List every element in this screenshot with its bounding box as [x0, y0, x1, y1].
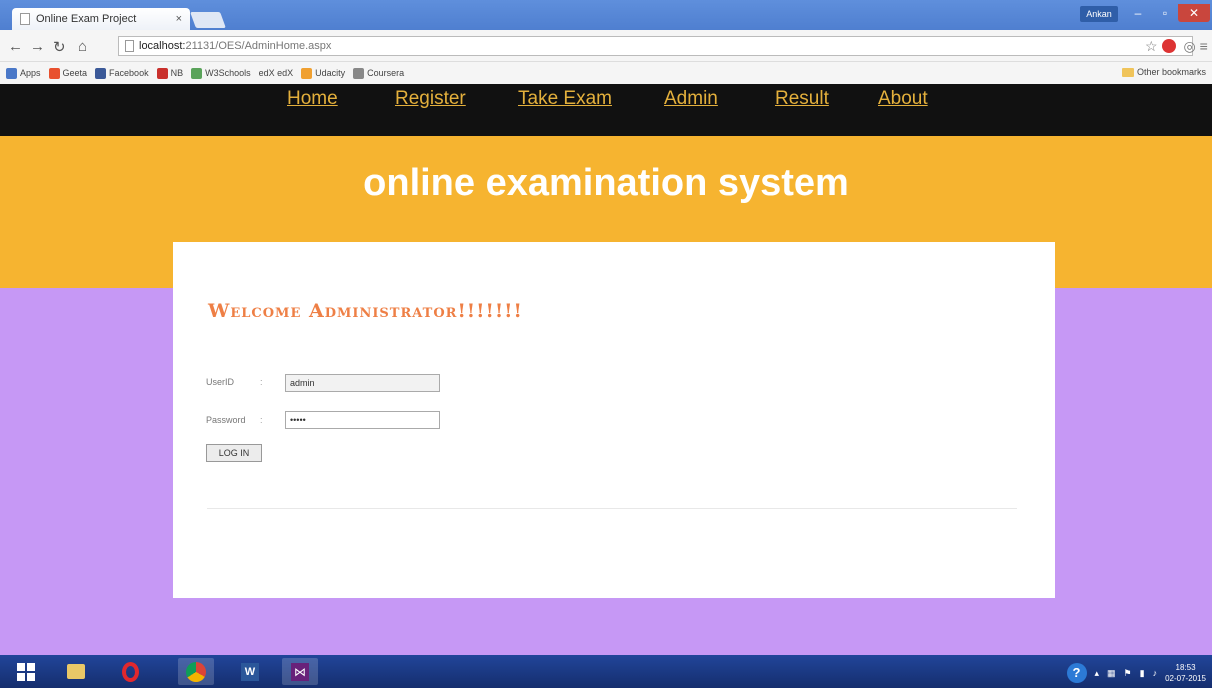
flag-icon[interactable]: ⚑ [1124, 668, 1132, 679]
help-icon[interactable]: ? [1066, 663, 1087, 683]
bookmark-icon [48, 67, 60, 79]
address-bar[interactable]: localhost:21131/OES/AdminHome.aspx [118, 36, 1193, 56]
site-nav: Home Register Take Exam Admin Result Abo… [0, 84, 1212, 136]
url-path: 21131/OES/AdminHome.aspx [185, 40, 332, 52]
udacity-icon [301, 67, 313, 79]
close-window-icon[interactable]: ✕ [1178, 4, 1210, 22]
password-label: Password [206, 415, 246, 425]
bookmark-item[interactable]: Apps [6, 67, 41, 79]
minimize-icon[interactable]: – [1125, 4, 1151, 22]
facebook-icon [95, 67, 107, 79]
coursera-icon [353, 67, 365, 79]
password-colon: : [260, 415, 263, 425]
menu-icon[interactable]: ≡ [1200, 38, 1212, 54]
reload-icon[interactable]: ↻ [53, 38, 66, 56]
bookmark-label: Facebook [109, 68, 149, 78]
bookmark-item[interactable]: Geeta [48, 67, 88, 79]
start-button[interactable] [8, 658, 44, 685]
login-button[interactable]: LOG IN [206, 444, 262, 462]
bookmark-icon [156, 67, 168, 79]
nav-take-exam[interactable]: Take Exam [518, 88, 612, 110]
bookmark-label: edX edX [258, 68, 294, 78]
nav-result[interactable]: Result [775, 88, 829, 110]
bookmark-label: W3Schools [205, 68, 251, 78]
nav-about[interactable]: About [878, 88, 928, 110]
system-tray: ? ▴ ▦ ⚑ ▮ ♪ 18:53 02-07-2015 [1066, 662, 1206, 684]
adblock-icon[interactable] [1161, 39, 1176, 53]
chrome-icon[interactable] [178, 658, 214, 685]
content-panel-top [181, 242, 1045, 288]
clock-date: 02-07-2015 [1165, 674, 1206, 683]
network-icon[interactable]: ▦ [1107, 668, 1116, 679]
opera-icon[interactable] [112, 658, 148, 685]
bookmarks-bar: Apps Geeta Facebook NB W3Schools edX edX… [0, 62, 1212, 84]
taskbar: W ⋈ ? ▴ ▦ ⚑ ▮ ♪ 18:53 02-07-2015 [0, 655, 1212, 688]
site-title: online examination system [363, 162, 849, 204]
other-bookmarks[interactable]: Other bookmarks [1121, 67, 1206, 77]
maximize-icon[interactable]: ▫ [1152, 4, 1178, 22]
clock[interactable]: 18:53 02-07-2015 [1165, 662, 1206, 684]
tab-title: Online Exam Project [36, 13, 137, 25]
bookmark-label: Coursera [367, 68, 405, 78]
toolbar-icons: ☆ ◎≡ [1145, 38, 1212, 55]
other-bookmarks-label: Other bookmarks [1136, 67, 1206, 77]
page-heading: Welcome Administrator!!!!!!! [208, 300, 523, 322]
back-icon[interactable]: ← [8, 38, 23, 55]
w3schools-icon [191, 67, 203, 79]
visual-studio-icon[interactable]: ⋈ [282, 658, 318, 685]
word-icon[interactable]: W [232, 658, 268, 685]
nav-home[interactable]: Home [287, 88, 338, 110]
folder-icon [1121, 67, 1134, 77]
userid-colon: : [260, 377, 263, 387]
windows-icon [17, 662, 35, 681]
bookmark-item[interactable]: Coursera [353, 67, 405, 79]
bookmark-item[interactable]: W3Schools [191, 67, 251, 79]
profile-button[interactable]: Ankan [1080, 6, 1118, 22]
forward-icon[interactable]: → [30, 38, 45, 55]
divider [207, 508, 1017, 509]
browser-tab-strip: Online Exam Project × Ankan – ▫ ✕ [0, 0, 1212, 30]
userid-label: UserID [206, 377, 235, 387]
volume-icon[interactable]: ♪ [1153, 668, 1158, 678]
extension-icon[interactable]: ◎ [1183, 38, 1199, 54]
bookmark-label: Geeta [62, 68, 88, 78]
bookmark-item[interactable]: NB [156, 67, 184, 79]
apps-icon [6, 67, 17, 79]
page-icon [125, 40, 134, 52]
file-explorer-icon[interactable] [58, 658, 94, 685]
browser-tab[interactable]: Online Exam Project × [12, 8, 190, 30]
bookmark-item[interactable]: Facebook [95, 67, 149, 79]
password-input[interactable] [285, 411, 440, 429]
clock-time: 18:53 [1175, 663, 1196, 672]
nav-register[interactable]: Register [395, 88, 466, 110]
bookmark-item[interactable]: Udacity [301, 67, 346, 79]
battery-icon[interactable]: ▮ [1140, 668, 1145, 679]
bookmark-label: Apps [20, 68, 41, 78]
userid-input[interactable] [285, 374, 440, 392]
bookmark-label: Udacity [315, 68, 346, 78]
star-icon[interactable]: ☆ [1145, 38, 1162, 54]
url-host: localhost: [139, 40, 186, 52]
page-icon [20, 13, 30, 25]
tray-expand-icon[interactable]: ▴ [1095, 668, 1100, 679]
bookmark-item[interactable]: edX edX [259, 68, 294, 78]
new-tab-button[interactable] [190, 12, 226, 28]
tab-close-icon[interactable]: × [176, 13, 182, 25]
bookmark-label: NB [170, 68, 184, 78]
nav-admin[interactable]: Admin [664, 88, 718, 110]
home-icon[interactable]: ⌂ [78, 38, 87, 55]
